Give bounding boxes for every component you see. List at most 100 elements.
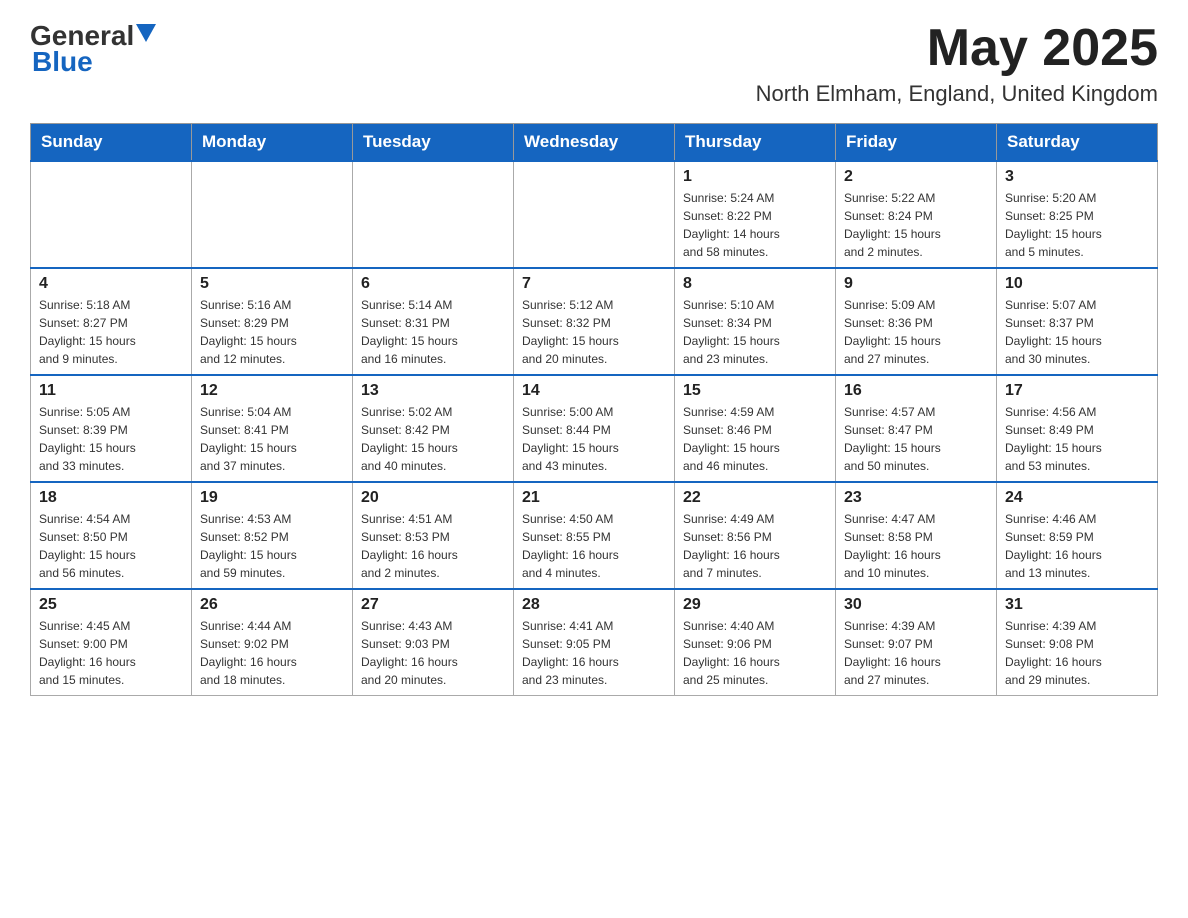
day-info: Sunrise: 4:51 AMSunset: 8:53 PMDaylight:… <box>361 510 505 582</box>
week-row-4: 18 Sunrise: 4:54 AMSunset: 8:50 PMDayligh… <box>31 482 1158 589</box>
day-info: Sunrise: 5:10 AMSunset: 8:34 PMDaylight:… <box>683 296 827 368</box>
day-number: 23 <box>844 489 988 507</box>
day-number: 14 <box>522 382 666 400</box>
day-header-thursday: Thursday <box>675 124 836 162</box>
days-header-row: SundayMondayTuesdayWednesdayThursdayFrid… <box>31 124 1158 162</box>
day-number: 26 <box>200 596 344 614</box>
day-header-tuesday: Tuesday <box>353 124 514 162</box>
day-number: 16 <box>844 382 988 400</box>
day-number: 19 <box>200 489 344 507</box>
day-number: 25 <box>39 596 183 614</box>
day-number: 4 <box>39 275 183 293</box>
day-number: 5 <box>200 275 344 293</box>
calendar-cell: 24 Sunrise: 4:46 AMSunset: 8:59 PMDayligh… <box>997 482 1158 589</box>
day-number: 15 <box>683 382 827 400</box>
day-info: Sunrise: 5:09 AMSunset: 8:36 PMDaylight:… <box>844 296 988 368</box>
day-number: 20 <box>361 489 505 507</box>
calendar-cell: 1 Sunrise: 5:24 AMSunset: 8:22 PMDaylight… <box>675 161 836 268</box>
calendar-cell: 29Sunrise: 4:40 AMSunset: 9:06 PMDayligh… <box>675 589 836 696</box>
calendar-cell: 15Sunrise: 4:59 AMSunset: 8:46 PMDayligh… <box>675 375 836 482</box>
day-info: Sunrise: 4:49 AMSunset: 8:56 PMDaylight:… <box>683 510 827 582</box>
calendar-cell: 19 Sunrise: 4:53 AMSunset: 8:52 PMDayligh… <box>192 482 353 589</box>
day-info: Sunrise: 5:02 AMSunset: 8:42 PMDaylight:… <box>361 403 505 475</box>
day-number: 6 <box>361 275 505 293</box>
calendar-cell: 5 Sunrise: 5:16 AMSunset: 8:29 PMDaylight… <box>192 268 353 375</box>
day-number: 22 <box>683 489 827 507</box>
day-number: 30 <box>844 596 988 614</box>
day-number: 12 <box>200 382 344 400</box>
day-number: 31 <box>1005 596 1149 614</box>
day-number: 17 <box>1005 382 1149 400</box>
day-info: Sunrise: 4:44 AMSunset: 9:02 PMDaylight:… <box>200 617 344 689</box>
day-number: 28 <box>522 596 666 614</box>
day-header-sunday: Sunday <box>31 124 192 162</box>
day-info: Sunrise: 5:18 AMSunset: 8:27 PMDaylight:… <box>39 296 183 368</box>
day-info: Sunrise: 4:57 AMSunset: 8:47 PMDaylight:… <box>844 403 988 475</box>
calendar-cell: 31Sunrise: 4:39 AMSunset: 9:08 PMDayligh… <box>997 589 1158 696</box>
day-info: Sunrise: 5:24 AMSunset: 8:22 PMDaylight:… <box>683 189 827 261</box>
day-info: Sunrise: 4:46 AMSunset: 8:59 PMDaylight:… <box>1005 510 1149 582</box>
calendar-cell: 26 Sunrise: 4:44 AMSunset: 9:02 PMDayligh… <box>192 589 353 696</box>
logo: General Blue <box>30 20 156 78</box>
calendar-cell: 9 Sunrise: 5:09 AMSunset: 8:36 PMDaylight… <box>836 268 997 375</box>
calendar-cell: 27 Sunrise: 4:43 AMSunset: 9:03 PMDayligh… <box>353 589 514 696</box>
calendar-cell: 7Sunrise: 5:12 AMSunset: 8:32 PMDaylight… <box>514 268 675 375</box>
calendar-cell: 28 Sunrise: 4:41 AMSunset: 9:05 PMDayligh… <box>514 589 675 696</box>
day-number: 9 <box>844 275 988 293</box>
calendar-cell: 16 Sunrise: 4:57 AMSunset: 8:47 PMDayligh… <box>836 375 997 482</box>
calendar-cell: 30Sunrise: 4:39 AMSunset: 9:07 PMDayligh… <box>836 589 997 696</box>
header: General Blue May 2025 North Elmham, Engl… <box>30 20 1158 107</box>
day-info: Sunrise: 5:00 AMSunset: 8:44 PMDaylight:… <box>522 403 666 475</box>
day-info: Sunrise: 5:22 AMSunset: 8:24 PMDaylight:… <box>844 189 988 261</box>
day-number: 18 <box>39 489 183 507</box>
day-header-wednesday: Wednesday <box>514 124 675 162</box>
calendar-cell: 21 Sunrise: 4:50 AMSunset: 8:55 PMDayligh… <box>514 482 675 589</box>
calendar-cell <box>353 161 514 268</box>
location-title: North Elmham, England, United Kingdom <box>756 81 1158 107</box>
day-header-monday: Monday <box>192 124 353 162</box>
day-info: Sunrise: 4:50 AMSunset: 8:55 PMDaylight:… <box>522 510 666 582</box>
calendar-cell: 17Sunrise: 4:56 AMSunset: 8:49 PMDayligh… <box>997 375 1158 482</box>
day-number: 1 <box>683 168 827 186</box>
day-info: Sunrise: 4:53 AMSunset: 8:52 PMDaylight:… <box>200 510 344 582</box>
day-info: Sunrise: 4:41 AMSunset: 9:05 PMDaylight:… <box>522 617 666 689</box>
day-number: 27 <box>361 596 505 614</box>
day-info: Sunrise: 4:43 AMSunset: 9:03 PMDaylight:… <box>361 617 505 689</box>
day-header-friday: Friday <box>836 124 997 162</box>
title-area: May 2025 North Elmham, England, United K… <box>756 20 1158 107</box>
calendar-cell: 10 Sunrise: 5:07 AMSunset: 8:37 PMDayligh… <box>997 268 1158 375</box>
day-info: Sunrise: 5:16 AMSunset: 8:29 PMDaylight:… <box>200 296 344 368</box>
day-number: 11 <box>39 382 183 400</box>
calendar-cell <box>514 161 675 268</box>
day-number: 10 <box>1005 275 1149 293</box>
calendar-cell: 8Sunrise: 5:10 AMSunset: 8:34 PMDaylight… <box>675 268 836 375</box>
week-row-5: 25Sunrise: 4:45 AMSunset: 9:00 PMDayligh… <box>31 589 1158 696</box>
day-info: Sunrise: 5:20 AMSunset: 8:25 PMDaylight:… <box>1005 189 1149 261</box>
logo-blue-text: Blue <box>32 46 93 78</box>
day-info: Sunrise: 4:54 AMSunset: 8:50 PMDaylight:… <box>39 510 183 582</box>
week-row-2: 4 Sunrise: 5:18 AMSunset: 8:27 PMDaylight… <box>31 268 1158 375</box>
day-number: 7 <box>522 275 666 293</box>
day-info: Sunrise: 5:14 AMSunset: 8:31 PMDaylight:… <box>361 296 505 368</box>
logo-triangle-icon <box>136 24 156 42</box>
calendar-cell: 6 Sunrise: 5:14 AMSunset: 8:31 PMDaylight… <box>353 268 514 375</box>
week-row-1: 1 Sunrise: 5:24 AMSunset: 8:22 PMDaylight… <box>31 161 1158 268</box>
day-info: Sunrise: 5:05 AMSunset: 8:39 PMDaylight:… <box>39 403 183 475</box>
day-number: 24 <box>1005 489 1149 507</box>
day-info: Sunrise: 4:47 AMSunset: 8:58 PMDaylight:… <box>844 510 988 582</box>
calendar-cell: 3Sunrise: 5:20 AMSunset: 8:25 PMDaylight… <box>997 161 1158 268</box>
calendar-cell: 11 Sunrise: 5:05 AMSunset: 8:39 PMDayligh… <box>31 375 192 482</box>
calendar-cell: 14 Sunrise: 5:00 AMSunset: 8:44 PMDayligh… <box>514 375 675 482</box>
calendar-cell: 25Sunrise: 4:45 AMSunset: 9:00 PMDayligh… <box>31 589 192 696</box>
calendar-cell: 2 Sunrise: 5:22 AMSunset: 8:24 PMDaylight… <box>836 161 997 268</box>
day-info: Sunrise: 5:04 AMSunset: 8:41 PMDaylight:… <box>200 403 344 475</box>
calendar-cell <box>31 161 192 268</box>
day-header-saturday: Saturday <box>997 124 1158 162</box>
calendar-cell: 20 Sunrise: 4:51 AMSunset: 8:53 PMDayligh… <box>353 482 514 589</box>
day-info: Sunrise: 5:07 AMSunset: 8:37 PMDaylight:… <box>1005 296 1149 368</box>
day-number: 21 <box>522 489 666 507</box>
calendar-table: SundayMondayTuesdayWednesdayThursdayFrid… <box>30 123 1158 696</box>
calendar-cell: 22 Sunrise: 4:49 AMSunset: 8:56 PMDayligh… <box>675 482 836 589</box>
month-title: May 2025 <box>756 20 1158 77</box>
day-number: 2 <box>844 168 988 186</box>
